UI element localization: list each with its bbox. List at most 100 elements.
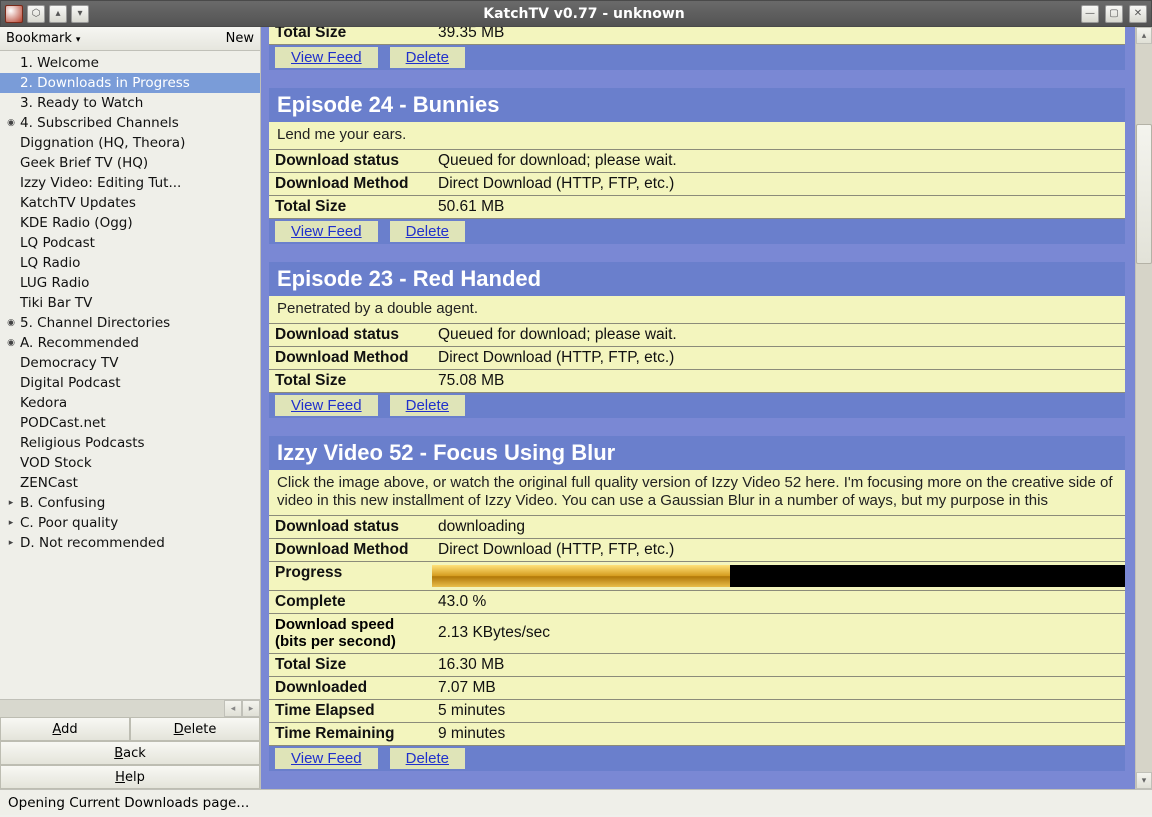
close-button[interactable]: ✕ (1129, 5, 1147, 23)
value-method: Direct Download (HTTP, FTP, etc.) (432, 539, 1125, 561)
tree-channel[interactable]: Diggnation (HQ, Theora) (0, 133, 260, 153)
tree-directory[interactable]: Religious Podcasts (0, 433, 260, 453)
tree-recommended[interactable]: ◉A. Recommended (0, 333, 260, 353)
bookmark-dropdown[interactable]: Bookmark▾ (6, 31, 80, 46)
collapse-icon[interactable]: ▸ (4, 493, 18, 513)
sidebar-hscroll[interactable]: ◂▸ (0, 699, 260, 717)
tree-channel[interactable]: LQ Radio (0, 253, 260, 273)
scroll-up-icon[interactable]: ▴ (1136, 27, 1152, 44)
value-elapsed: 5 minutes (432, 700, 1125, 722)
collapse-icon[interactable]: ▸ (4, 513, 18, 533)
delete-episode-button[interactable]: Delete (390, 221, 465, 242)
episode-actions: View Feed Delete (269, 219, 1125, 244)
value-speed: 2.13 KBytes/sec (432, 614, 1125, 653)
tree-downloads-in-progress[interactable]: 2. Downloads in Progress (0, 73, 260, 93)
delete-episode-button[interactable]: Delete (390, 47, 465, 68)
episode-title: Episode 23 - Red Handed (269, 262, 1125, 296)
label-status: Download status (269, 516, 432, 538)
add-button[interactable]: Add (0, 717, 130, 741)
tree-directory[interactable]: PODCast.net (0, 413, 260, 433)
delete-episode-button[interactable]: Delete (390, 395, 465, 416)
expand-icon[interactable]: ◉ (4, 113, 18, 133)
tree-channel-directories[interactable]: ◉5. Channel Directories (0, 313, 260, 333)
value-size: 39.35 MB (432, 27, 1125, 44)
value-remaining: 9 minutes (432, 723, 1125, 745)
label-method: Download Method (269, 347, 432, 369)
tree-channel[interactable]: KatchTV Updates (0, 193, 260, 213)
tree-confusing[interactable]: ▸B. Confusing (0, 493, 260, 513)
tree-channel[interactable]: Izzy Video: Editing Tut... (0, 173, 260, 193)
label-size: Total Size (269, 370, 432, 392)
tree-channel[interactable]: LQ Podcast (0, 233, 260, 253)
expand-icon[interactable]: ◉ (4, 333, 18, 353)
sidebar-header: Bookmark▾ New (0, 27, 260, 51)
label-remaining: Time Remaining (269, 723, 432, 745)
help-button[interactable]: Help (0, 765, 260, 789)
value-size: 50.61 MB (432, 196, 1125, 218)
tree-channel[interactable]: LUG Radio (0, 273, 260, 293)
label-status: Download status (269, 150, 432, 172)
value-size: 75.08 MB (432, 370, 1125, 392)
label-speed: Download speed (bits per second) (269, 614, 432, 653)
rollup-button[interactable]: ▴ (49, 5, 67, 23)
label-size: Total Size (269, 654, 432, 676)
label-elapsed: Time Elapsed (269, 700, 432, 722)
tree-directory[interactable]: ZENCast (0, 473, 260, 493)
content-vscroll[interactable]: ▴ ▾ (1135, 27, 1152, 789)
tree-directory[interactable]: Digital Podcast (0, 373, 260, 393)
tree-directory[interactable]: VOD Stock (0, 453, 260, 473)
scroll-down-icon[interactable]: ▾ (1136, 772, 1152, 789)
tree-directory[interactable]: Democracy TV (0, 353, 260, 373)
expand-icon[interactable]: ◉ (4, 313, 18, 333)
label-progress: Progress (269, 562, 432, 590)
tree-poor-quality[interactable]: ▸C. Poor quality (0, 513, 260, 533)
delete-button[interactable]: Delete (130, 717, 260, 741)
window-title: KatchTV v0.77 - unknown (89, 6, 1079, 22)
tree-not-recommended[interactable]: ▸D. Not recommended (0, 533, 260, 553)
value-status: Queued for download; please wait. (432, 150, 1125, 172)
label-status: Download status (269, 324, 432, 346)
collapse-icon[interactable]: ▸ (4, 533, 18, 553)
back-button[interactable]: Back (0, 741, 260, 765)
value-downloaded: 7.07 MB (432, 677, 1125, 699)
scroll-thumb[interactable] (1136, 124, 1152, 264)
episode-title: Episode 24 - Bunnies (269, 88, 1125, 122)
label-method: Download Method (269, 173, 432, 195)
app-menu-icon[interactable] (5, 5, 23, 23)
progress-bar (432, 562, 1125, 590)
view-feed-button[interactable]: View Feed (275, 221, 378, 242)
tree-welcome[interactable]: 1. Welcome (0, 53, 260, 73)
view-feed-button[interactable]: View Feed (275, 47, 378, 68)
tree-directory[interactable]: Kedora (0, 393, 260, 413)
delete-episode-button[interactable]: Delete (390, 748, 465, 769)
view-feed-button[interactable]: View Feed (275, 395, 378, 416)
tree-channel[interactable]: Tiki Bar TV (0, 293, 260, 313)
sidebar: Bookmark▾ New 1. Welcome 2. Downloads in… (0, 27, 261, 789)
episode-card: Izzy Video 52 - Focus Using Blur Click t… (269, 436, 1125, 771)
maximize-button[interactable]: ▢ (1105, 5, 1123, 23)
new-column[interactable]: New (226, 31, 254, 46)
tree-channel[interactable]: KDE Radio (Ogg) (0, 213, 260, 233)
sticky-button[interactable]: ⬡ (27, 5, 45, 23)
episode-card: Episode 23 - Red Handed Penetrated by a … (269, 262, 1125, 418)
status-text: Opening Current Downloads page... (8, 795, 249, 811)
value-status: Queued for download; please wait. (432, 324, 1125, 346)
label-downloaded: Downloaded (269, 677, 432, 699)
view-feed-button[interactable]: View Feed (275, 748, 378, 769)
window-titlebar: ⬡ ▴ ▾ KatchTV v0.77 - unknown — ▢ ✕ (0, 0, 1152, 27)
value-method: Direct Download (HTTP, FTP, etc.) (432, 173, 1125, 195)
episode-description: Click the image above, or watch the orig… (269, 470, 1125, 517)
minimize-button[interactable]: — (1081, 5, 1099, 23)
tree-ready-to-watch[interactable]: 3. Ready to Watch (0, 93, 260, 113)
episode-card: Episode 24 - Bunnies Lend me your ears. … (269, 88, 1125, 244)
value-complete: 43.0 % (432, 591, 1125, 613)
label-complete: Complete (269, 591, 432, 613)
rolldown-button[interactable]: ▾ (71, 5, 89, 23)
tree-channel[interactable]: Geek Brief TV (HQ) (0, 153, 260, 173)
value-size: 16.30 MB (432, 654, 1125, 676)
episode-title: Izzy Video 52 - Focus Using Blur (269, 436, 1125, 470)
bookmark-tree: 1. Welcome 2. Downloads in Progress 3. R… (0, 51, 260, 699)
episode-description: Penetrated by a double agent. (269, 296, 1125, 324)
episode-card: Download MethodDirect Download (HTTP, FT… (269, 27, 1125, 70)
tree-subscribed-channels[interactable]: ◉4. Subscribed Channels (0, 113, 260, 133)
